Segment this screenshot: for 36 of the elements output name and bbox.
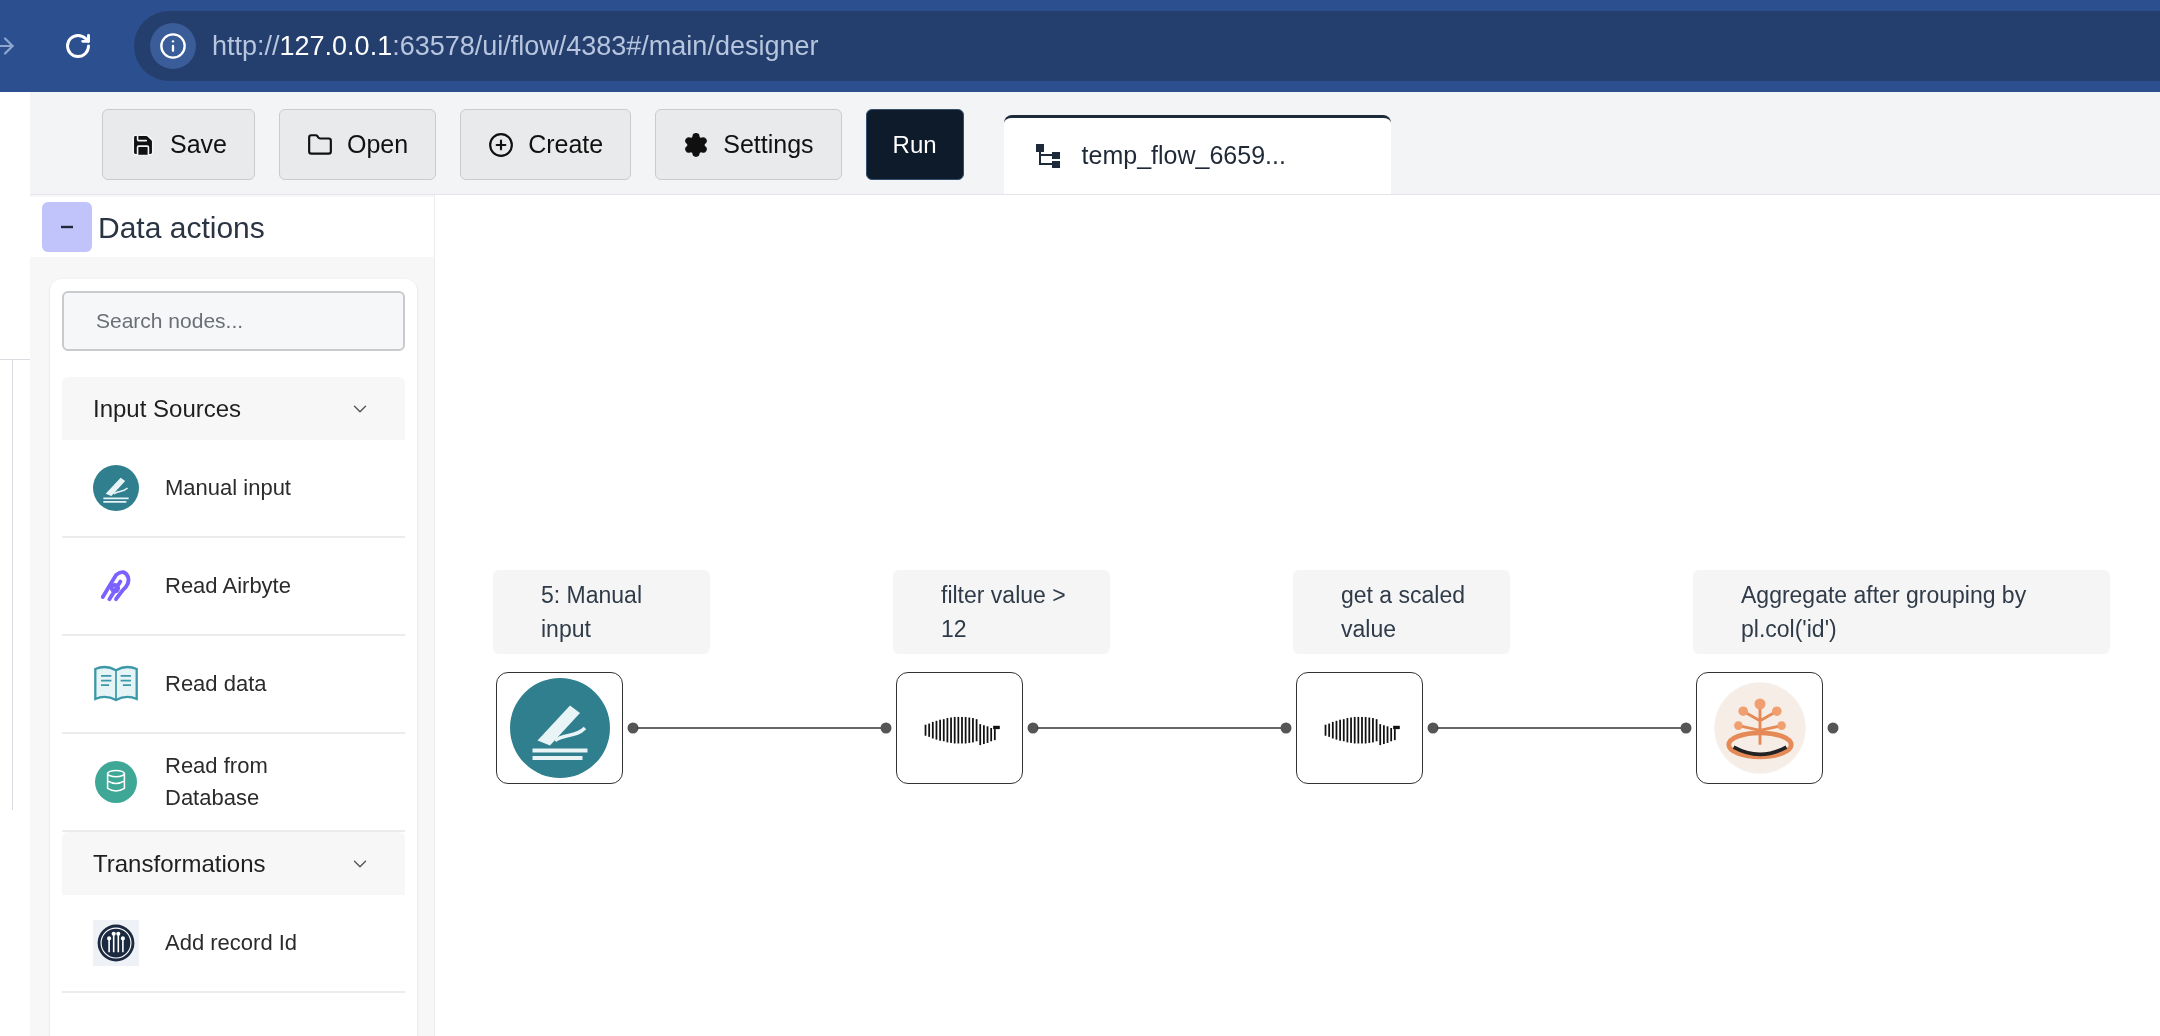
run-button[interactable]: Run (865, 109, 964, 180)
info-icon[interactable] (159, 32, 187, 60)
panel-title: Data actions (98, 209, 265, 246)
folder-icon (307, 131, 333, 158)
search-field[interactable]: Search nodes... (62, 291, 405, 351)
pen-icon (93, 465, 139, 511)
pen-icon (509, 678, 610, 778)
tree-icon (1711, 680, 1808, 776)
flow-node[interactable] (896, 672, 1023, 784)
section-header[interactable]: Input Sources (62, 377, 405, 440)
flow-node[interactable] (1696, 672, 1823, 784)
plus-icon (488, 131, 515, 158)
toolbar-button[interactable]: Create (460, 109, 632, 180)
node-list-item[interactable]: Manual input (62, 440, 405, 538)
node-label: Aggregate after grouping by pl.col('id') (1693, 570, 2110, 654)
database-icon (95, 761, 137, 803)
flow-node[interactable] (1296, 672, 1423, 784)
node-list-item[interactable]: Read Airbyte (62, 538, 405, 636)
toolbar-button[interactable]: Open (279, 109, 437, 180)
node-label: get a scaled value (1293, 570, 1510, 654)
toolbar-button[interactable]: Save (102, 109, 255, 180)
node-label: 5: Manual input (493, 570, 710, 654)
node-label: filter value > 12 (893, 570, 1110, 654)
circuit-icon (93, 920, 139, 966)
hierarchy-icon (1035, 144, 1062, 168)
url-text: http://127.0.0.1:63578/ui/flow/4383#/main/designer (212, 29, 819, 63)
reload-icon[interactable] (64, 32, 92, 60)
tab-label: temp_flow_6659... (1081, 140, 1286, 172)
section-header[interactable]: Transformations (62, 832, 405, 895)
toolbar-button[interactable]: Settings (655, 109, 842, 180)
flow-tab[interactable]: temp_flow_6659... (1003, 115, 1391, 194)
address-field[interactable]: http://127.0.0.1:63578/ui/flow/4383#/main/designer (134, 11, 2160, 81)
node-list-item[interactable]: Add record Id (62, 895, 405, 993)
flow-node[interactable] (496, 672, 623, 784)
save-icon (130, 131, 156, 158)
node-list-item[interactable]: Read data (62, 636, 405, 734)
